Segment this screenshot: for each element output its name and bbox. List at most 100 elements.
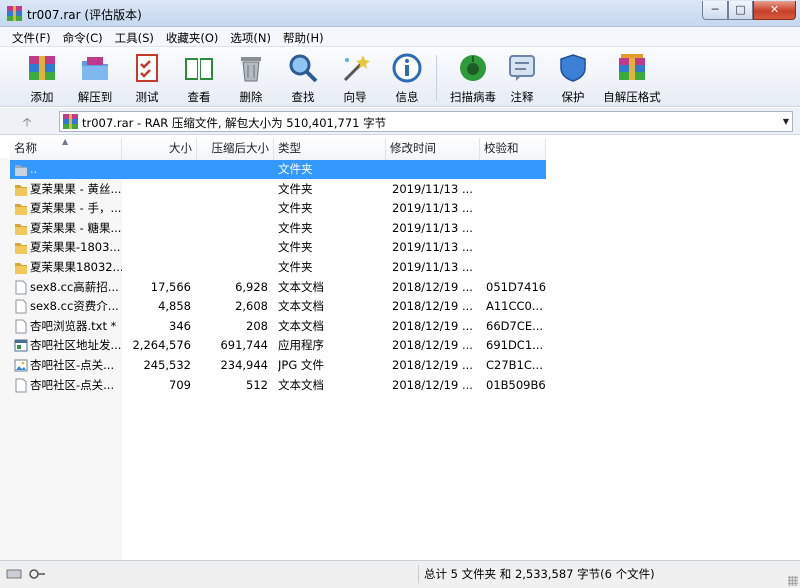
file-size: 2,264,576 bbox=[132, 338, 191, 352]
delete-button[interactable]: 删除 bbox=[223, 50, 279, 106]
find-icon bbox=[289, 54, 318, 83]
column-name-label: 名称 bbox=[14, 141, 37, 155]
close-button[interactable]: ✕ bbox=[753, 1, 796, 20]
virus-scan-icon bbox=[460, 55, 486, 81]
info-label: 信息 bbox=[395, 90, 419, 104]
file-crc: 01B509B6 bbox=[486, 378, 546, 392]
resize-grip[interactable] bbox=[788, 576, 798, 586]
file-crc: A11CC0... bbox=[486, 299, 543, 313]
menu-options[interactable]: 选项(N) bbox=[224, 27, 277, 46]
extract-to-button[interactable]: 解压到 bbox=[67, 50, 123, 106]
extract-to-label: 解压到 bbox=[77, 90, 113, 104]
rar-archive-icon bbox=[63, 114, 78, 129]
find-button[interactable]: 查找 bbox=[275, 50, 331, 106]
file-row[interactable]: 夏茉果果-1803... 文件夹 2019/11/13 ... bbox=[10, 238, 546, 257]
file-row[interactable]: 杏吧社区地址发... 2,264,576 691,744 应用程序 2018/12/19… bbox=[10, 336, 546, 355]
menu-file[interactable]: 文件(F) bbox=[6, 27, 57, 46]
column-header-packed[interactable]: 压缩后大小 bbox=[197, 138, 274, 160]
image-file-icon bbox=[14, 359, 28, 372]
comment-icon bbox=[509, 55, 535, 81]
file-row[interactable]: sex8.cc高薪招... 17,566 6,928 文本文档 2018/12/19 .… bbox=[10, 278, 546, 297]
file-row[interactable]: sex8.cc资费介... 4,858 2,608 文本文档 2018/12/19 ..… bbox=[10, 297, 546, 316]
view-button[interactable]: 查看 bbox=[171, 50, 227, 106]
file-type: 文件夹 bbox=[278, 182, 313, 196]
chevron-down-icon[interactable]: ▼ bbox=[783, 117, 789, 126]
file-list[interactable]: 名称 ▲ 大小 压缩后大小 类型 修改时间 校验和 .. 文件夹 夏茉果果 - 黄丝… bbox=[0, 136, 800, 560]
application-icon bbox=[14, 339, 28, 352]
menu-bar: 文件(F) 命令(C) 工具(S) 收藏夹(O) 选项(N) 帮助(H) bbox=[0, 27, 800, 47]
sfx-icon bbox=[619, 54, 645, 80]
menu-commands[interactable]: 命令(C) bbox=[57, 27, 109, 46]
file-packed-size: 2,608 bbox=[235, 299, 268, 313]
window-title: tr007.rar (评估版本) bbox=[27, 8, 142, 22]
delete-label: 删除 bbox=[239, 90, 263, 104]
test-label: 测试 bbox=[135, 90, 159, 104]
text-file-icon bbox=[15, 378, 27, 393]
file-crc bbox=[486, 199, 546, 218]
menu-favorites[interactable]: 收藏夹(O) bbox=[160, 27, 225, 46]
file-type: 文本文档 bbox=[278, 280, 324, 294]
file-crc: 051D7416 bbox=[486, 280, 546, 294]
wizard-button[interactable]: 向导 bbox=[327, 50, 383, 106]
sfx-button[interactable]: 自解压格式 bbox=[598, 50, 666, 106]
info-button[interactable]: 信息 bbox=[379, 50, 435, 106]
column-header-name[interactable]: 名称 ▲ bbox=[10, 137, 122, 160]
up-folder-button[interactable]: 🡡 bbox=[17, 113, 37, 130]
file-type: 文本文档 bbox=[278, 378, 324, 392]
column-header-size[interactable]: 大小 bbox=[122, 138, 197, 160]
file-row[interactable]: 夏茉果果18032... 文件夹 2019/11/13 ... bbox=[10, 258, 546, 277]
file-modified: 2019/11/13 ... bbox=[392, 221, 473, 235]
file-packed-size: 234,944 bbox=[220, 358, 268, 372]
comment-button[interactable]: 注释 bbox=[494, 50, 550, 106]
file-name: 夏茉果果 - 黄丝... bbox=[30, 182, 122, 196]
address-field[interactable]: tr007.rar - RAR 压缩文件, 解包大小为 510,401,771 … bbox=[59, 111, 793, 132]
file-row[interactable]: 杏吧社区-点关... 245,532 234,944 JPG 文件 2018/12/19… bbox=[10, 356, 546, 375]
file-size: 709 bbox=[169, 378, 191, 392]
file-row[interactable]: 杏吧社区-点关... 709 512 文本文档 2018/12/19 ... 01B509… bbox=[10, 376, 546, 395]
file-packed-size bbox=[197, 180, 268, 199]
file-modified: 2019/11/13 ... bbox=[392, 182, 473, 196]
add-button[interactable]: 添加 bbox=[14, 50, 70, 106]
file-row[interactable]: .. 文件夹 bbox=[10, 160, 546, 179]
file-type: 文件夹 bbox=[278, 201, 313, 215]
text-file-icon bbox=[15, 319, 27, 334]
file-name: 杏吧社区-点关... bbox=[30, 378, 115, 392]
file-packed-size: 691,744 bbox=[220, 338, 268, 352]
folder-icon bbox=[15, 224, 27, 235]
file-name: 夏茉果果18032... bbox=[30, 260, 122, 274]
column-header-modified[interactable]: 修改时间 bbox=[386, 138, 480, 160]
protect-button[interactable]: 保护 bbox=[545, 50, 601, 106]
file-packed-size: 512 bbox=[246, 378, 268, 392]
file-type: 文件夹 bbox=[278, 240, 313, 254]
file-row[interactable]: 杏吧浏览器.txt * 346 208 文本文档 2018/12/19 ... 66D7C… bbox=[10, 317, 546, 336]
menu-help[interactable]: 帮助(H) bbox=[277, 27, 330, 46]
test-button[interactable]: 测试 bbox=[119, 50, 175, 106]
maximize-button[interactable]: □ bbox=[728, 1, 753, 20]
file-row[interactable]: 夏茉果果 - 手，... 文件夹 2019/11/13 ... bbox=[10, 199, 546, 218]
status-text: 总计 5 文件夹 和 2,533,587 字节(6 个文件) bbox=[424, 567, 655, 581]
file-crc bbox=[486, 160, 546, 179]
file-modified bbox=[392, 160, 480, 179]
winrar-app-icon bbox=[7, 6, 22, 21]
file-packed-size bbox=[197, 238, 268, 257]
file-crc bbox=[486, 180, 546, 199]
minimize-button[interactable]: ─ bbox=[702, 1, 728, 20]
file-row[interactable]: 夏茉果果 - 黄丝... 文件夹 2019/11/13 ... bbox=[10, 180, 546, 199]
file-modified: 2019/11/13 ... bbox=[392, 240, 473, 254]
file-size bbox=[122, 238, 191, 257]
file-packed-size: 208 bbox=[246, 319, 268, 333]
file-crc bbox=[486, 238, 546, 257]
file-name: sex8.cc资费介... bbox=[30, 299, 119, 313]
column-header-crc[interactable]: 校验和 bbox=[480, 138, 546, 160]
file-size bbox=[122, 160, 191, 179]
file-row[interactable]: 夏茉果果 - 糖果... 文件夹 2019/11/13 ... bbox=[10, 219, 546, 238]
file-packed-size bbox=[197, 199, 268, 218]
add-archive-icon bbox=[29, 56, 55, 80]
address-text: tr007.rar - RAR 压缩文件, 解包大小为 510,401,771 … bbox=[82, 116, 387, 130]
menu-tools[interactable]: 工具(S) bbox=[109, 27, 160, 46]
file-name: .. bbox=[30, 162, 38, 176]
column-header-type[interactable]: 类型 bbox=[274, 138, 386, 160]
file-size: 4,858 bbox=[158, 299, 191, 313]
file-modified: 2018/12/19 ... bbox=[392, 280, 473, 294]
file-type: 文件夹 bbox=[278, 162, 313, 176]
